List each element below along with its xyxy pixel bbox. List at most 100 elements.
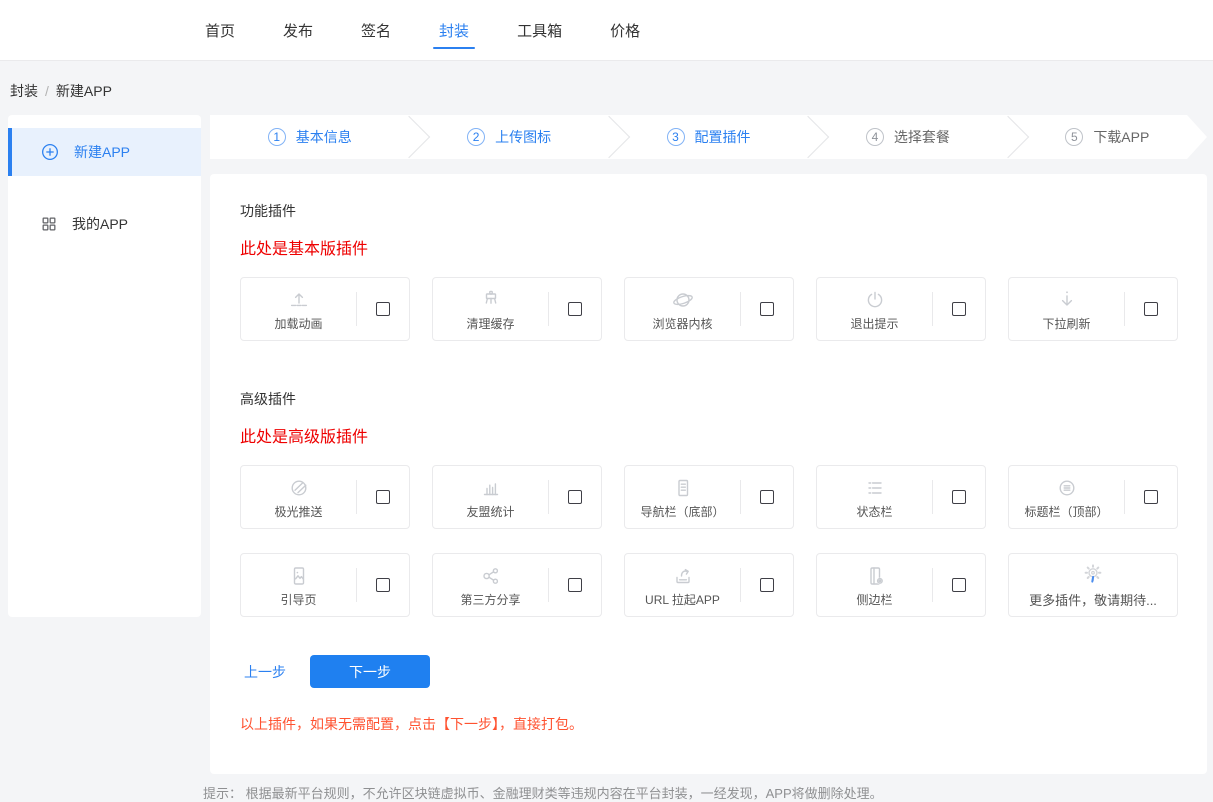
plugin-card[interactable]: 下拉刷新 xyxy=(1008,277,1178,341)
main-column: 1基本信息2上传图标3配置插件4选择套餐5下载APP 功能插件此处是基本版插件加… xyxy=(210,115,1207,774)
bottom-note: 以上插件，如果无需配置，点击【下一步】，直接打包。 xyxy=(240,714,1177,734)
plugin-card[interactable]: 清理缓存 xyxy=(432,277,602,341)
step-label: 配置插件 xyxy=(695,127,751,147)
url-launch-icon xyxy=(671,563,695,589)
actions-row: 上一步 下一步 xyxy=(240,655,1177,688)
nav-item-2[interactable]: 发布 xyxy=(283,0,313,60)
step-1[interactable]: 1 基本信息 xyxy=(210,115,409,159)
plugin-card-content: 标题栏（顶部） xyxy=(1009,475,1124,520)
step-2[interactable]: 2上传图标 xyxy=(409,115,608,159)
step-5[interactable]: 5 下载APP xyxy=(1008,115,1207,159)
plugin-card-content: 第三方分享 xyxy=(433,563,548,608)
step-3[interactable]: 3 配置插件 xyxy=(609,115,808,159)
checkbox-area xyxy=(549,490,601,504)
plugin-checkbox[interactable] xyxy=(376,578,390,592)
exit-prompt-icon xyxy=(863,287,887,313)
plugin-label: 第三方分享 xyxy=(460,591,520,608)
nav-item-6[interactable]: 价格 xyxy=(610,0,640,60)
plugin-card-content: 引导页 xyxy=(241,563,356,608)
checkbox-area xyxy=(933,302,985,316)
plugin-card-content: 极光推送 xyxy=(241,475,356,520)
plugin-checkbox[interactable] xyxy=(952,490,966,504)
plugin-card[interactable]: 加载动画 xyxy=(240,277,410,341)
plugin-checkbox[interactable] xyxy=(568,490,582,504)
plugin-card-content: 下拉刷新 xyxy=(1009,287,1124,332)
plugin-card-content: 加载动画 xyxy=(241,287,356,332)
sidebar-item-2[interactable]: 我的APP xyxy=(8,200,201,248)
breadcrumb-section[interactable]: 封装 xyxy=(10,83,38,99)
step-label: 上传图标 xyxy=(495,127,551,147)
checkbox-area xyxy=(549,302,601,316)
plugin-label: URL 拉起APP xyxy=(645,591,720,608)
checkbox-area xyxy=(741,490,793,504)
plugin-card[interactable]: 标题栏（顶部） xyxy=(1008,465,1178,529)
nav-item-5[interactable]: 工具箱 xyxy=(517,0,562,60)
plugin-card[interactable]: 引导页 xyxy=(240,553,410,617)
plugin-checkbox[interactable] xyxy=(568,302,582,316)
step-number: 4 xyxy=(866,128,884,146)
plugin-card[interactable]: 友盟统计 xyxy=(432,465,602,529)
title-bar-icon xyxy=(1055,475,1079,501)
footer-tip: 提示： 根据最新平台规则，不允许区块链虚拟币、金融理财类等违规内容在平台封装，一… xyxy=(0,783,1213,802)
breadcrumb-page: 新建APP xyxy=(56,83,112,99)
nav-item-4[interactable]: 封装 xyxy=(439,0,469,60)
plugin-checkbox[interactable] xyxy=(1144,302,1158,316)
plugin-section: 高级插件此处是高级版插件极光推送友盟统计导航栏（底部）状态栏标题栏（顶部）引导页… xyxy=(240,389,1177,617)
checkbox-area xyxy=(549,578,601,592)
next-step-button[interactable]: 下一步 xyxy=(310,655,430,688)
plugin-checkbox[interactable] xyxy=(760,578,774,592)
plugin-label: 清理缓存 xyxy=(466,315,514,332)
prev-step-button[interactable]: 上一步 xyxy=(244,662,286,682)
plugin-card-content: URL 拉起APP xyxy=(625,563,740,608)
step-label: 下载APP xyxy=(1093,127,1149,147)
gear-icon xyxy=(1081,562,1105,588)
checkbox-area xyxy=(357,490,409,504)
step-number: 3 xyxy=(667,128,685,146)
steps-bar: 1 基本信息 2上传图标 3 配置插件 4选择套餐 5 下载APP xyxy=(210,115,1207,159)
nav-item-3[interactable]: 签名 xyxy=(361,0,391,60)
navbar-bottom-icon xyxy=(671,475,695,501)
nav-item-1[interactable]: 首页 xyxy=(205,0,235,60)
share-icon xyxy=(479,563,503,589)
jpush-icon xyxy=(287,475,311,501)
checkbox-area xyxy=(1125,302,1177,316)
plugin-checkbox[interactable] xyxy=(760,490,774,504)
step-label: 基本信息 xyxy=(296,127,352,147)
plugin-label: 加载动画 xyxy=(274,315,322,332)
clean-cache-icon xyxy=(479,287,503,313)
plugin-card[interactable]: 状态栏 xyxy=(816,465,986,529)
plugin-checkbox[interactable] xyxy=(1144,490,1158,504)
plugin-section: 功能插件此处是基本版插件加载动画清理缓存浏览器内核退出提示下拉刷新 xyxy=(240,201,1177,341)
loading-animation-icon xyxy=(287,287,311,313)
plugin-card[interactable]: 更多插件，敬请期待... xyxy=(1008,553,1178,617)
plugin-card[interactable]: 第三方分享 xyxy=(432,553,602,617)
sidebar-item-label: 新建APP xyxy=(74,142,130,162)
guide-page-icon xyxy=(287,563,311,589)
plugin-card-content: 更多插件，敬请期待... xyxy=(1029,562,1157,609)
plugin-card[interactable]: 退出提示 xyxy=(816,277,986,341)
plugin-checkbox[interactable] xyxy=(568,578,582,592)
step-number: 5 xyxy=(1065,128,1083,146)
section-title: 功能插件 xyxy=(240,201,1177,221)
step-number: 1 xyxy=(268,128,286,146)
plugin-card[interactable]: URL 拉起APP xyxy=(624,553,794,617)
grid-icon xyxy=(39,214,59,234)
plugin-card[interactable]: 导航栏（底部） xyxy=(624,465,794,529)
plugin-checkbox[interactable] xyxy=(376,302,390,316)
plugin-grid: 极光推送 友盟统计 导航栏（底部） 状态栏标题栏（顶部） 引导页第三方分享 URL 拉起A… xyxy=(240,465,1177,617)
content-layout: 新建APP 我的APP 1 基本信息 2上传图标 3 配置插件 4选择套餐 5 下载APP 功能… xyxy=(0,115,1213,774)
sidebar-item-label: 我的APP xyxy=(72,214,128,234)
plugin-checkbox[interactable] xyxy=(952,302,966,316)
plus-circle-icon xyxy=(39,141,61,163)
plugin-card[interactable]: 浏览器内核 xyxy=(624,277,794,341)
sidebar-item-1[interactable]: 新建APP xyxy=(8,128,201,176)
plugin-checkbox[interactable] xyxy=(760,302,774,316)
plugin-card[interactable]: 极光推送 xyxy=(240,465,410,529)
plugin-checkbox[interactable] xyxy=(376,490,390,504)
plugin-checkbox[interactable] xyxy=(952,578,966,592)
plugin-card-content: 友盟统计 xyxy=(433,475,548,520)
step-4[interactable]: 4选择套餐 xyxy=(808,115,1007,159)
plugin-card[interactable]: 侧边栏 xyxy=(816,553,986,617)
status-bar-icon xyxy=(863,475,887,501)
plugin-card-content: 侧边栏 xyxy=(817,563,932,608)
